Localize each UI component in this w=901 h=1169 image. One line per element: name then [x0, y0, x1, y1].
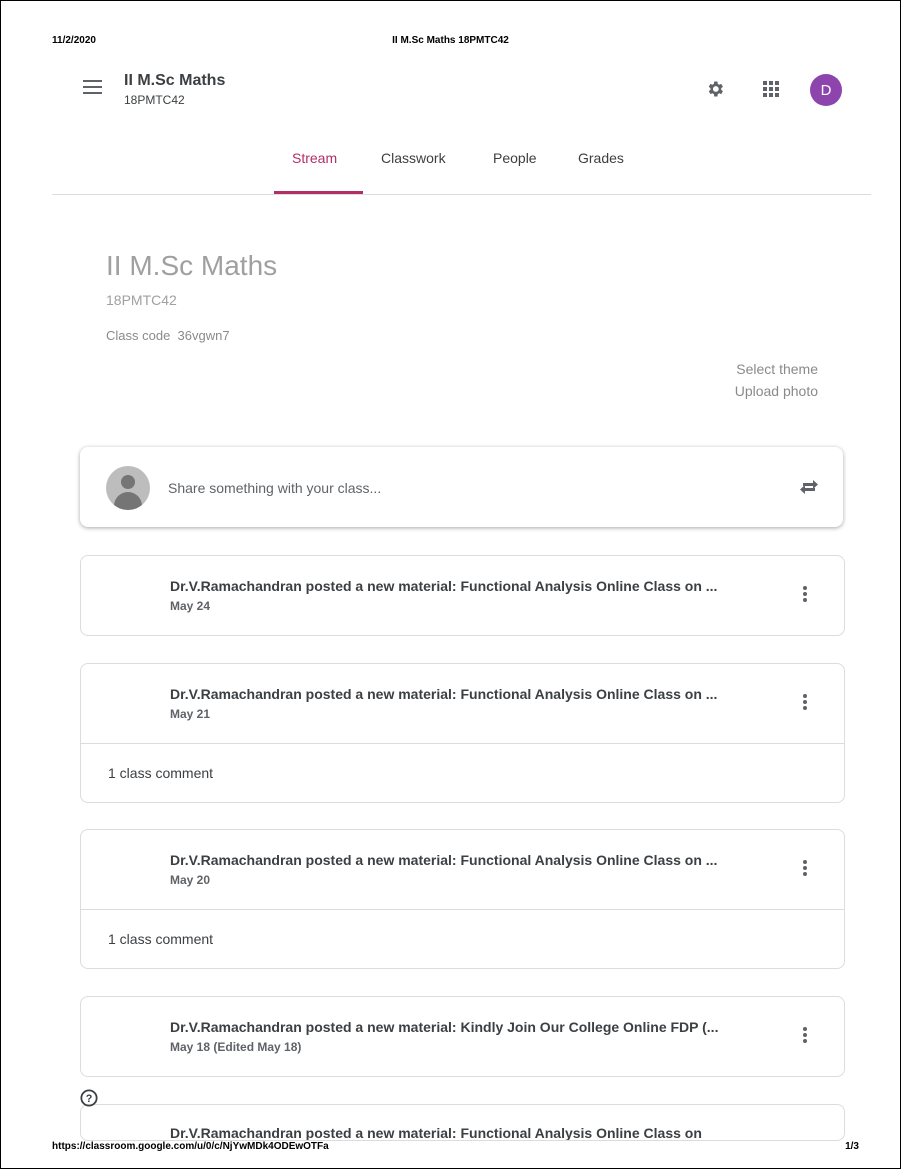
tab-classwork[interactable]: Classwork	[381, 150, 446, 194]
class-code-label: Class code	[106, 328, 171, 343]
post-header[interactable]: Dr.V.Ramachandran posted a new material:…	[81, 997, 844, 1076]
post-title: Dr.V.Ramachandran posted a new material:…	[170, 1125, 702, 1141]
class-comments-link[interactable]: 1 class comment	[81, 743, 844, 802]
print-page-number: 1/3	[845, 1141, 859, 1152]
svg-text:?: ?	[86, 1093, 93, 1105]
class-section: 18PMTC42	[124, 93, 185, 107]
share-box[interactable]: Share something with your class...	[80, 447, 843, 527]
share-input[interactable]: Share something with your class...	[168, 480, 381, 496]
select-theme-link[interactable]: Select theme	[736, 361, 818, 377]
stream-post: Dr.V.Ramachandran posted a new material:…	[80, 996, 845, 1077]
post-header[interactable]: Dr.V.Ramachandran posted a new material:…	[81, 664, 844, 743]
stream-post: Dr.V.Ramachandran posted a new material:…	[80, 829, 845, 969]
post-date: May 21	[170, 707, 211, 721]
repost-icon[interactable]	[799, 476, 819, 498]
class-comments-link[interactable]: 1 class comment	[81, 909, 844, 968]
avatar[interactable]: D	[810, 74, 842, 106]
stream-post: Dr.V.Ramachandran posted a new material:…	[80, 555, 845, 636]
post-date: May 18 (Edited May 18)	[170, 1040, 302, 1054]
post-title: Dr.V.Ramachandran posted a new material:…	[170, 578, 718, 594]
class-code-value[interactable]: 36vgwn7	[178, 328, 230, 343]
more-options-icon[interactable]	[802, 1027, 808, 1047]
tab-stream[interactable]: Stream	[292, 150, 337, 194]
tab-grades[interactable]: Grades	[578, 150, 624, 194]
post-date: May 24	[170, 599, 211, 613]
post-header[interactable]: Dr.V.Ramachandran posted a new material:…	[81, 1105, 844, 1141]
stream-post: Dr.V.Ramachandran posted a new material:…	[80, 1104, 845, 1141]
header-divider	[52, 194, 871, 195]
class-comments-count: 1 class comment	[108, 931, 214, 947]
help-icon[interactable]: ?	[80, 1089, 98, 1107]
class-comments-count: 1 class comment	[108, 765, 214, 781]
banner-section: 18PMTC42	[106, 292, 177, 308]
more-options-icon[interactable]	[802, 694, 808, 714]
more-options-icon[interactable]	[802, 586, 808, 606]
post-date: May 20	[170, 873, 211, 887]
print-title: II M.Sc Maths 18PMTC42	[392, 35, 509, 46]
upload-photo-link[interactable]: Upload photo	[735, 383, 818, 399]
class-code: Class code 36vgwn7	[106, 328, 230, 343]
post-title: Dr.V.Ramachandran posted a new material:…	[170, 852, 718, 868]
post-title: Dr.V.Ramachandran posted a new material:…	[170, 1019, 719, 1035]
more-options-icon[interactable]	[802, 860, 808, 880]
menu-icon[interactable]	[83, 80, 102, 96]
gear-icon[interactable]	[705, 79, 725, 99]
post-header[interactable]: Dr.V.Ramachandran posted a new material:…	[81, 556, 844, 635]
banner-title: II M.Sc Maths	[106, 250, 278, 281]
post-title: Dr.V.Ramachandran posted a new material:…	[170, 686, 718, 702]
apps-grid-icon[interactable]	[763, 81, 779, 97]
print-url: https://classroom.google.com/u/0/c/NjYwM…	[52, 1141, 329, 1152]
class-title[interactable]: II M.Sc Maths	[124, 72, 225, 90]
stream-post: Dr.V.Ramachandran posted a new material:…	[80, 663, 845, 803]
user-avatar-icon	[106, 466, 150, 510]
tab-people[interactable]: People	[493, 150, 537, 194]
post-header[interactable]: Dr.V.Ramachandran posted a new material:…	[81, 830, 844, 909]
